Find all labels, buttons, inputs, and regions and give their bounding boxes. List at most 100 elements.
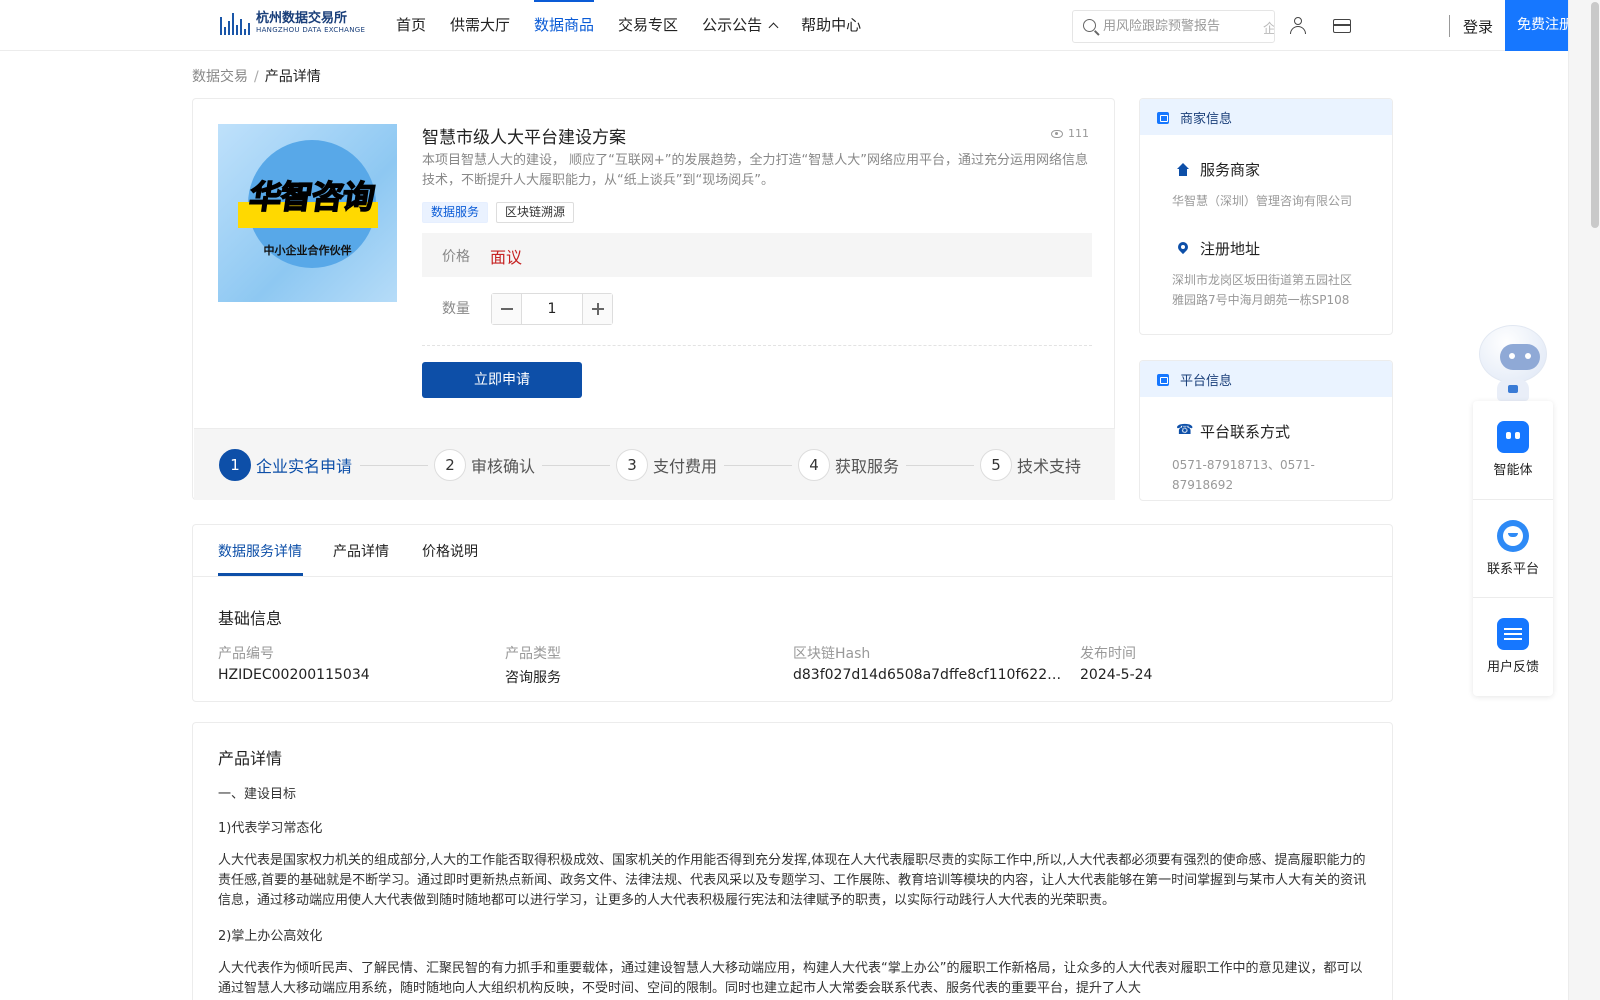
step-1-label: 企业实名申请 bbox=[256, 457, 353, 476]
logo-mark-icon bbox=[220, 12, 250, 35]
step-2-label: 审核确认 bbox=[471, 457, 536, 476]
contact-platform-button[interactable]: 联系平台 bbox=[1473, 499, 1553, 597]
service-details-card: 数据服务详情 产品详情 价格说明 基础信息 产品编号 HZIDEC0020011… bbox=[192, 524, 1393, 702]
field-value: 咨询服务 bbox=[505, 670, 561, 686]
nav-trade-zone[interactable]: 交易专区 bbox=[618, 0, 678, 51]
detail-heading-goals: 一、建设目标 bbox=[218, 787, 297, 802]
step-connector bbox=[724, 465, 792, 466]
field-value: 2024-5-24 bbox=[1080, 667, 1153, 683]
platform-contact-title: 平台联系方式 bbox=[1200, 423, 1291, 441]
quantity-stepper: 1 bbox=[491, 293, 613, 325]
assistant-robot[interactable] bbox=[1473, 325, 1553, 401]
nav-help-center[interactable]: 帮助中心 bbox=[801, 0, 861, 51]
tag-blockchain-trace[interactable]: 区块链溯源 bbox=[496, 202, 575, 223]
breadcrumb-root[interactable]: 数据交易 bbox=[192, 69, 248, 85]
breadcrumb: 数据交易 / 产品详情 bbox=[192, 66, 321, 86]
tag-data-service[interactable]: 数据服务 bbox=[422, 202, 489, 223]
step-3-label: 支付费用 bbox=[653, 457, 718, 476]
detail-tabs: 数据服务详情 产品详情 价格说明 bbox=[193, 525, 1392, 577]
product-detail-title: 产品详情 bbox=[218, 749, 283, 768]
detail-paragraph-2: 人大代表作为倾听民声、了解民情、汇聚民智的有力抓手和重要载体，通过建设智慧人大移… bbox=[218, 961, 1363, 996]
tab-product-details[interactable]: 产品详情 bbox=[333, 541, 389, 561]
top-header: 杭州数据交易所 HANGZHOU DATA EXCHANGE 首页 供需大厅 数… bbox=[0, 0, 1585, 51]
login-link[interactable]: 登录 bbox=[1463, 16, 1493, 37]
user-feedback-button[interactable]: 用户反馈 bbox=[1473, 597, 1553, 695]
step-2: 2 审核确认 bbox=[434, 449, 535, 481]
logo-title: 杭州数据交易所 bbox=[256, 11, 348, 26]
price-row: 价格 面议 bbox=[422, 233, 1092, 277]
logo-subtitle: HANGZHOU DATA EXCHANGE bbox=[256, 26, 366, 34]
step-4-label: 获取服务 bbox=[835, 457, 900, 476]
step-connector bbox=[906, 465, 974, 466]
minus-icon bbox=[501, 308, 513, 310]
field-blockchain-hash: 区块链Hash d83f027d14d6508a7dffe8cf110f6225… bbox=[793, 643, 1063, 683]
search-input[interactable] bbox=[1103, 11, 1274, 42]
view-count-value: 111 bbox=[1068, 127, 1089, 140]
scrollbar-thumb[interactable] bbox=[1591, 2, 1599, 228]
field-product-code: 产品编号 HZIDEC00200115034 bbox=[218, 643, 488, 683]
page-scrollbar[interactable] bbox=[1568, 0, 1600, 1000]
step-5-number: 5 bbox=[980, 449, 1012, 481]
field-label: 区块链Hash bbox=[793, 646, 871, 662]
field-label: 产品类型 bbox=[505, 646, 561, 662]
product-description: 本项目智慧人大的建设， 顺应了“互联网+”的发展趋势，全力打造“智慧人大”网络应… bbox=[422, 153, 1088, 188]
feedback-icon bbox=[1497, 618, 1529, 650]
nav-data-products[interactable]: 数据商品 bbox=[534, 0, 595, 51]
tab-price-notes[interactable]: 价格说明 bbox=[422, 541, 478, 561]
plus-button[interactable] bbox=[582, 294, 612, 324]
location-pin-icon bbox=[1176, 242, 1190, 256]
quantity-value[interactable]: 1 bbox=[522, 294, 582, 324]
merchant-info-panel: 商家信息 服务商家 华智慧（深圳）管理咨询有限公司 注册地址 深圳市龙岗区坂田街… bbox=[1139, 98, 1393, 335]
product-title: 智慧市级人大平台建设方案 bbox=[422, 128, 626, 148]
search-icon[interactable] bbox=[1083, 19, 1096, 32]
nav-announcements-label: 公示公告 bbox=[702, 16, 763, 34]
basic-info-title: 基础信息 bbox=[218, 609, 283, 628]
platform-info-panel: 平台信息 平台联系方式 0571-87918713、0571-87918692 bbox=[1139, 360, 1393, 501]
detail-subheading-1: 1)代表学习常态化 bbox=[218, 821, 323, 836]
nav-announcements[interactable]: 公示公告 bbox=[702, 0, 779, 51]
apply-now-button[interactable]: 立即申请 bbox=[422, 362, 582, 398]
floating-tools: 智能体 联系平台 用户反馈 bbox=[1473, 401, 1553, 696]
search-suffix-text: 企 bbox=[1262, 22, 1275, 37]
contact-platform-label: 联系平台 bbox=[1486, 562, 1539, 577]
nav-home[interactable]: 首页 bbox=[396, 0, 426, 51]
field-value: HZIDEC00200115034 bbox=[218, 667, 370, 683]
minus-button[interactable] bbox=[492, 294, 522, 324]
price-value: 面议 bbox=[490, 248, 523, 267]
site-logo[interactable]: 杭州数据交易所 HANGZHOU DATA EXCHANGE bbox=[220, 12, 365, 35]
price-label: 价格 bbox=[442, 249, 470, 265]
eye-icon bbox=[1051, 129, 1063, 138]
product-image-subtitle: 中小企业合作伙伴 bbox=[263, 244, 352, 257]
step-connector bbox=[542, 465, 610, 466]
step-1-number: 1 bbox=[219, 449, 251, 481]
ai-agent-button[interactable]: 智能体 bbox=[1473, 401, 1553, 499]
field-label: 发布时间 bbox=[1080, 646, 1136, 662]
search-box: 企 bbox=[1072, 10, 1275, 43]
detail-subheading-2: 2)掌上办公高效化 bbox=[218, 929, 323, 944]
registered-address-title: 注册地址 bbox=[1200, 240, 1261, 258]
view-count: 111 bbox=[1051, 127, 1089, 140]
product-image: 华智咨询 中小企业合作伙伴 bbox=[218, 124, 397, 302]
field-product-type: 产品类型 咨询服务 bbox=[505, 643, 775, 687]
nav-supply-demand[interactable]: 供需大厅 bbox=[450, 0, 510, 51]
home-icon bbox=[1176, 163, 1190, 177]
store-icon bbox=[1157, 112, 1169, 124]
product-card: 华智咨询 中小企业合作伙伴 智慧市级人大平台建设方案 111 本项目智慧人大的建… bbox=[192, 98, 1115, 500]
platform-contact-phones: 0571-87918713、0571-87918692 bbox=[1172, 458, 1315, 492]
user-feedback-label: 用户反馈 bbox=[1486, 660, 1539, 675]
service-merchant-name: 华智慧（深圳）管理咨询有限公司 bbox=[1172, 194, 1353, 208]
registered-address: 深圳市龙岗区坂田街道第五园社区雅园路7号中海月朗苑一栋SP108 bbox=[1172, 273, 1353, 307]
tab-data-service-details[interactable]: 数据服务详情 bbox=[218, 541, 302, 561]
step-2-number: 2 bbox=[434, 449, 466, 481]
cart-icon[interactable] bbox=[1332, 16, 1352, 36]
user-icon[interactable] bbox=[1288, 16, 1308, 36]
service-merchant-title: 服务商家 bbox=[1200, 161, 1261, 179]
product-detail-card: 产品详情 一、建设目标 1)代表学习常态化 人大代表是国家权力机关的组成部分,人… bbox=[192, 722, 1393, 1000]
field-label: 产品编号 bbox=[218, 646, 274, 662]
step-1: 1 企业实名申请 bbox=[219, 449, 352, 481]
header-divider bbox=[1449, 15, 1450, 37]
quantity-label: 数量 bbox=[442, 301, 470, 317]
customer-service-icon bbox=[1497, 520, 1529, 552]
phone-icon bbox=[1176, 422, 1193, 439]
step-connector bbox=[360, 465, 428, 466]
